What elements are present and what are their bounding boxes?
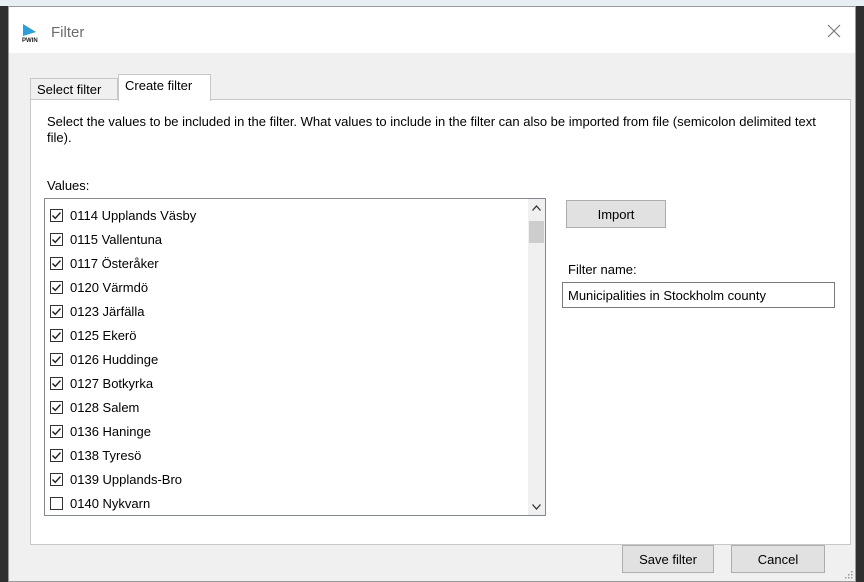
list-item[interactable]: 0126 Huddinge [50, 347, 158, 371]
list-item-label: 0117 Österåker [70, 255, 159, 271]
checkbox-checked[interactable] [50, 376, 63, 390]
values-label: Values: [47, 178, 90, 193]
save-filter-button[interactable]: Save filter [622, 545, 714, 573]
checkbox-checked[interactable] [50, 400, 63, 414]
list-item-label: 0138 Tyresö [70, 447, 142, 463]
list-item-partial[interactable] [50, 515, 70, 516]
checkmark-icon [52, 259, 62, 267]
list-item[interactable]: 0136 Haninge [50, 419, 151, 443]
close-icon [827, 24, 841, 38]
checkbox-checked[interactable] [50, 304, 63, 318]
checkbox-checked[interactable] [50, 208, 63, 222]
list-item[interactable]: 0114 Upplands Väsby [50, 203, 196, 227]
checkbox-checked[interactable] [50, 280, 63, 294]
svg-text:PWIN: PWIN [22, 38, 38, 43]
list-item[interactable]: 0139 Upplands-Bro [50, 467, 182, 491]
filter-name-label: Filter name: [568, 262, 637, 277]
cancel-button[interactable]: Cancel [731, 545, 825, 573]
chevron-down-icon [532, 503, 541, 510]
list-item-label: 0127 Botkyrka [70, 375, 154, 391]
tab-select-filter[interactable]: Select filter [30, 78, 118, 100]
values-list[interactable]: 0114 Upplands Väsby 0115 Vallentuna 0117 Ö… [44, 198, 546, 516]
pwin-arrow-icon: PWIN [22, 24, 38, 43]
list-item[interactable]: 0125 Ekerö [50, 323, 137, 347]
list-item[interactable]: 0123 Järfälla [50, 299, 144, 323]
list-item-label: 0114 Upplands Väsby [70, 207, 197, 223]
list-item-label: 0139 Upplands-Bro [70, 471, 183, 487]
description-text: Select the values to be included in the … [47, 114, 816, 145]
list-item-label: 0140 Nykvarn [70, 495, 151, 511]
scroll-thumb[interactable] [529, 221, 544, 243]
list-item[interactable]: 0127 Botkyrka [50, 371, 153, 395]
list-item-label: 0120 Värmdö [70, 279, 149, 295]
filter-dialog: PWIN Filter Select filter Create filter … [8, 6, 856, 582]
list-item[interactable]: 0120 Värmdö [50, 275, 148, 299]
list-item[interactable]: 0138 Tyresö [50, 443, 141, 467]
checkbox-checked[interactable] [50, 256, 63, 270]
checkbox-checked[interactable] [50, 424, 63, 438]
window-title: Filter [51, 24, 85, 41]
checkmark-icon [52, 331, 62, 339]
resize-grip-icon[interactable] [843, 569, 853, 579]
list-item[interactable]: 0117 Österåker [50, 251, 159, 275]
checkbox-checked[interactable] [50, 328, 63, 342]
filter-name-input[interactable] [562, 282, 835, 308]
checkbox-unchecked[interactable] [50, 496, 63, 510]
checkmark-icon [52, 403, 62, 411]
list-item[interactable]: 0115 Vallentuna [50, 227, 162, 251]
checkmark-icon [52, 283, 62, 291]
values-scrollbar[interactable] [528, 199, 545, 515]
checkmark-icon [52, 235, 62, 243]
list-item-label: 0136 Haninge [70, 423, 151, 439]
import-button[interactable]: Import [566, 200, 666, 228]
title-bar: PWIN Filter [9, 7, 855, 53]
close-button[interactable] [819, 17, 849, 45]
list-item-label: 0123 Järfälla [70, 303, 145, 319]
checkbox-checked[interactable] [50, 472, 63, 486]
tab-create-filter[interactable]: Create filter [118, 74, 211, 101]
checkmark-icon [52, 355, 62, 363]
list-item-label: 0126 Huddinge [70, 351, 159, 367]
checkmark-icon [52, 475, 62, 483]
checkbox-checked[interactable] [50, 448, 63, 462]
checkbox-checked[interactable] [50, 352, 63, 366]
list-item-label: 0125 Ekerö [70, 327, 137, 343]
create-filter-panel: Select the values to be included in the … [30, 99, 851, 545]
list-item-label: 0128 Salem [70, 399, 140, 415]
checkmark-icon [52, 427, 62, 435]
chevron-up-icon [532, 204, 541, 211]
list-item[interactable]: 0140 Nykvarn [50, 491, 150, 515]
list-item[interactable]: 0128 Salem [50, 395, 139, 419]
scroll-down-button[interactable] [528, 498, 545, 515]
checkbox-checked[interactable] [50, 232, 63, 246]
checkmark-icon [52, 379, 62, 387]
checkmark-icon [52, 451, 62, 459]
checkmark-icon [52, 307, 62, 315]
scroll-up-button[interactable] [528, 199, 545, 216]
checkmark-icon [52, 211, 62, 219]
list-item-label: 0115 Vallentuna [70, 231, 163, 247]
